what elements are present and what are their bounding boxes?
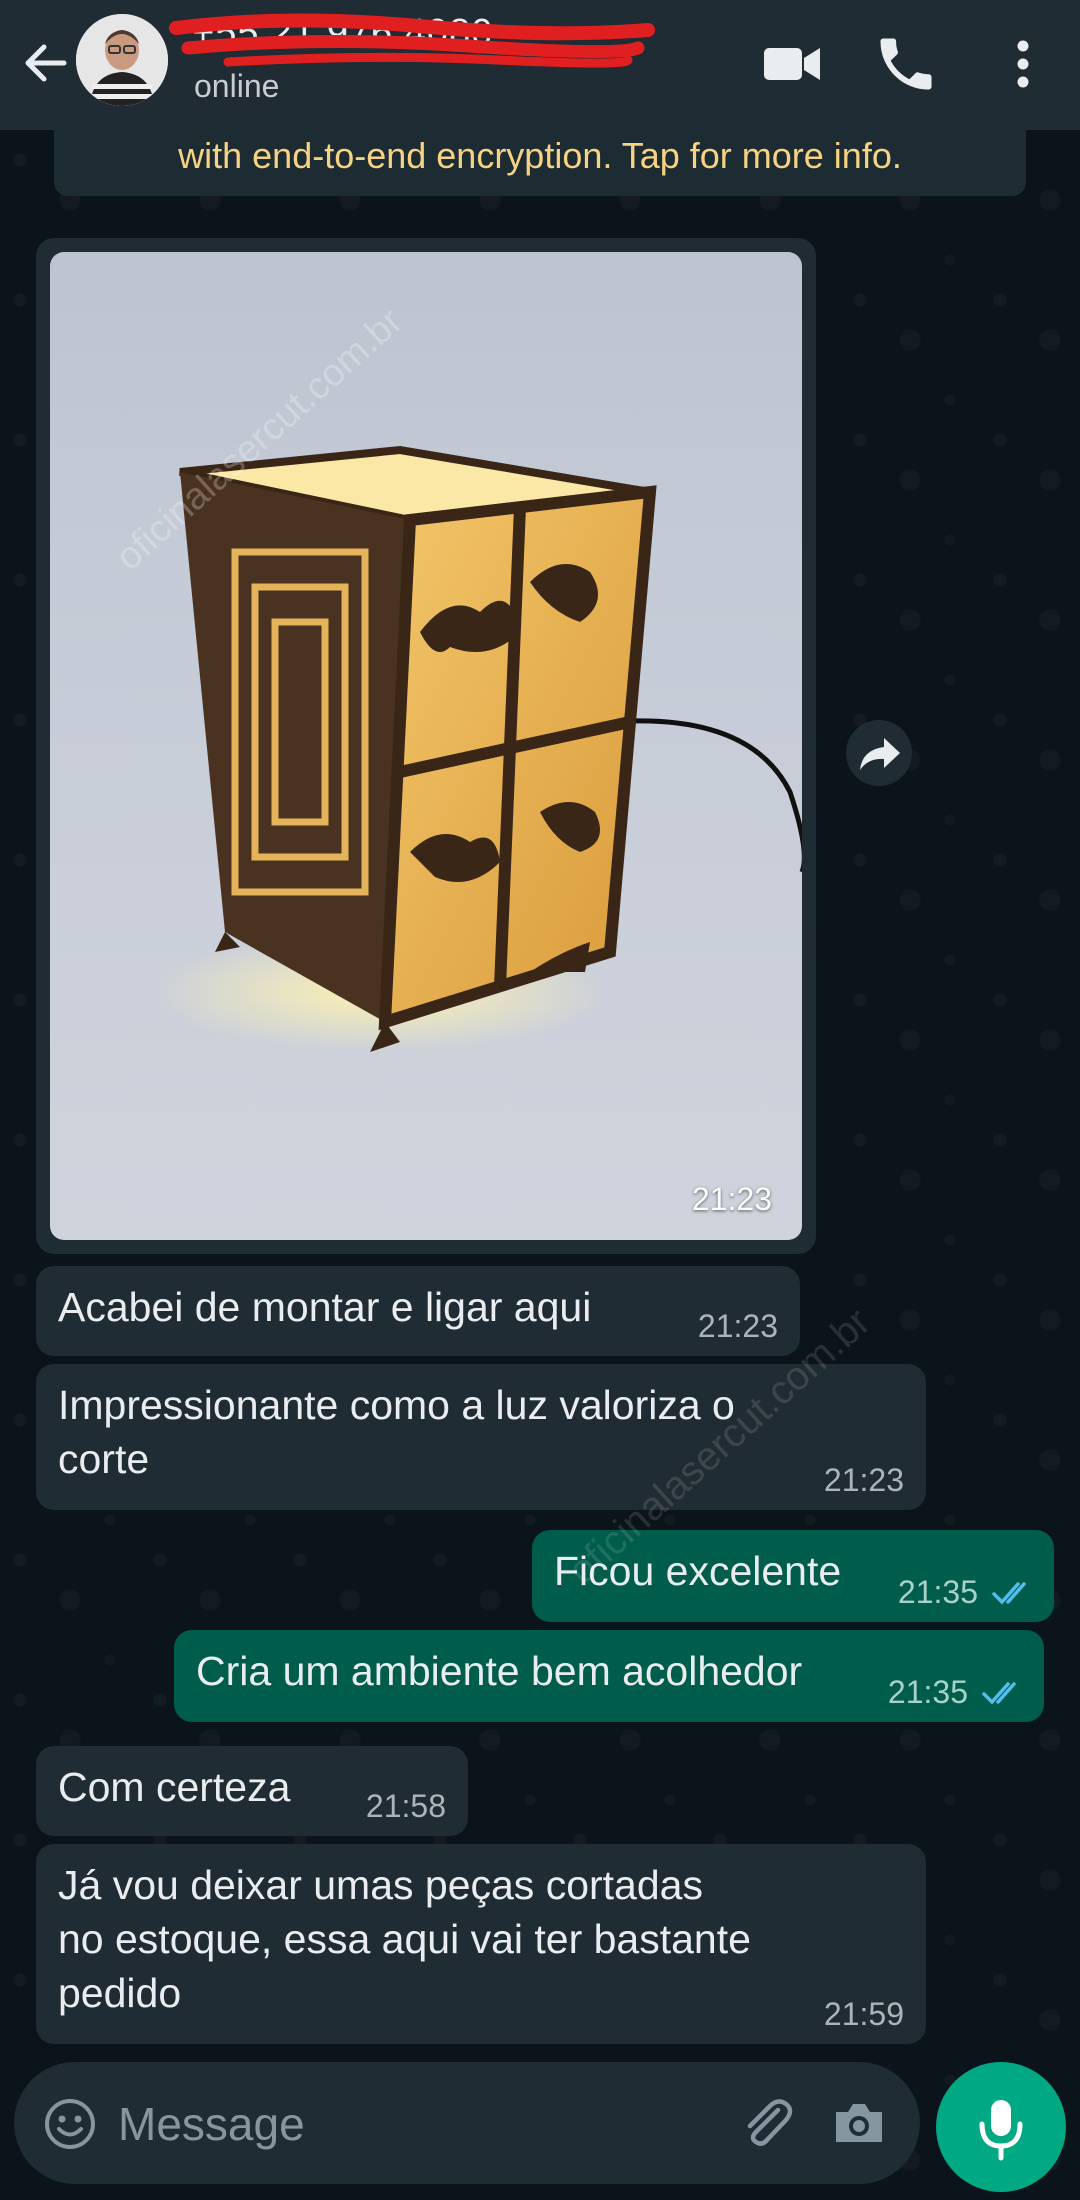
more-options-icon[interactable] bbox=[988, 30, 1058, 98]
read-receipt-icon bbox=[992, 1582, 1026, 1605]
camera-icon[interactable] bbox=[828, 2092, 890, 2154]
message-text: Com certeza bbox=[58, 1764, 291, 1810]
contact-status: online bbox=[194, 68, 280, 104]
message-bubble[interactable]: Acabei de montar e ligar aqui 21:23 bbox=[36, 1266, 800, 1356]
mic-button[interactable] bbox=[936, 2062, 1066, 2192]
back-arrow-icon[interactable] bbox=[18, 35, 74, 91]
message-bubble[interactable]: Cria um ambiente bem acolhedor 21:35 bbox=[174, 1630, 1044, 1722]
message-time: 21:23 bbox=[697, 1308, 778, 1344]
message-time: 21:58 bbox=[365, 1788, 446, 1824]
lamp-photo[interactable]: oficinalasercut.com.br 21:23 bbox=[50, 252, 802, 1240]
redaction-scribble bbox=[169, 13, 655, 68]
voice-call-icon[interactable] bbox=[872, 30, 940, 98]
video-call-icon[interactable] bbox=[758, 30, 826, 98]
message-composer bbox=[14, 2062, 920, 2184]
avatar[interactable] bbox=[76, 14, 168, 106]
message-time: 21:23 bbox=[691, 1181, 772, 1217]
message-input[interactable] bbox=[116, 2092, 720, 2156]
message-bubble[interactable]: Com certeza 21:58 bbox=[36, 1746, 468, 1836]
message-time: 21:23 bbox=[823, 1462, 904, 1498]
chat-header: +55 21 976 4080 online bbox=[0, 0, 1080, 130]
emoji-icon[interactable] bbox=[42, 2096, 98, 2152]
mic-icon bbox=[979, 2100, 1023, 2161]
forward-icon[interactable] bbox=[846, 720, 912, 786]
message-time: 21:35 bbox=[887, 1674, 968, 1710]
message-text: Acabei de montar e ligar aqui bbox=[58, 1284, 592, 1330]
read-receipt-icon bbox=[982, 1682, 1016, 1705]
message-time: 21:59 bbox=[823, 1996, 904, 2032]
message-text: Cria um ambiente bem acolhedor bbox=[196, 1648, 803, 1694]
message-text: Já vou deixar umas peças cortadas no est… bbox=[58, 1862, 751, 2016]
message-time: 21:35 bbox=[897, 1574, 978, 1610]
image-message[interactable]: oficinalasercut.com.br 21:23 bbox=[36, 238, 816, 1254]
message-text: Impressionante como a luz valoriza o cor… bbox=[58, 1382, 735, 1482]
encryption-notice[interactable]: with end-to-end encryption. Tap for more… bbox=[54, 128, 1026, 196]
message-bubble[interactable]: Já vou deixar umas peças cortadas no est… bbox=[36, 1844, 926, 2044]
attach-icon[interactable] bbox=[734, 2092, 796, 2154]
